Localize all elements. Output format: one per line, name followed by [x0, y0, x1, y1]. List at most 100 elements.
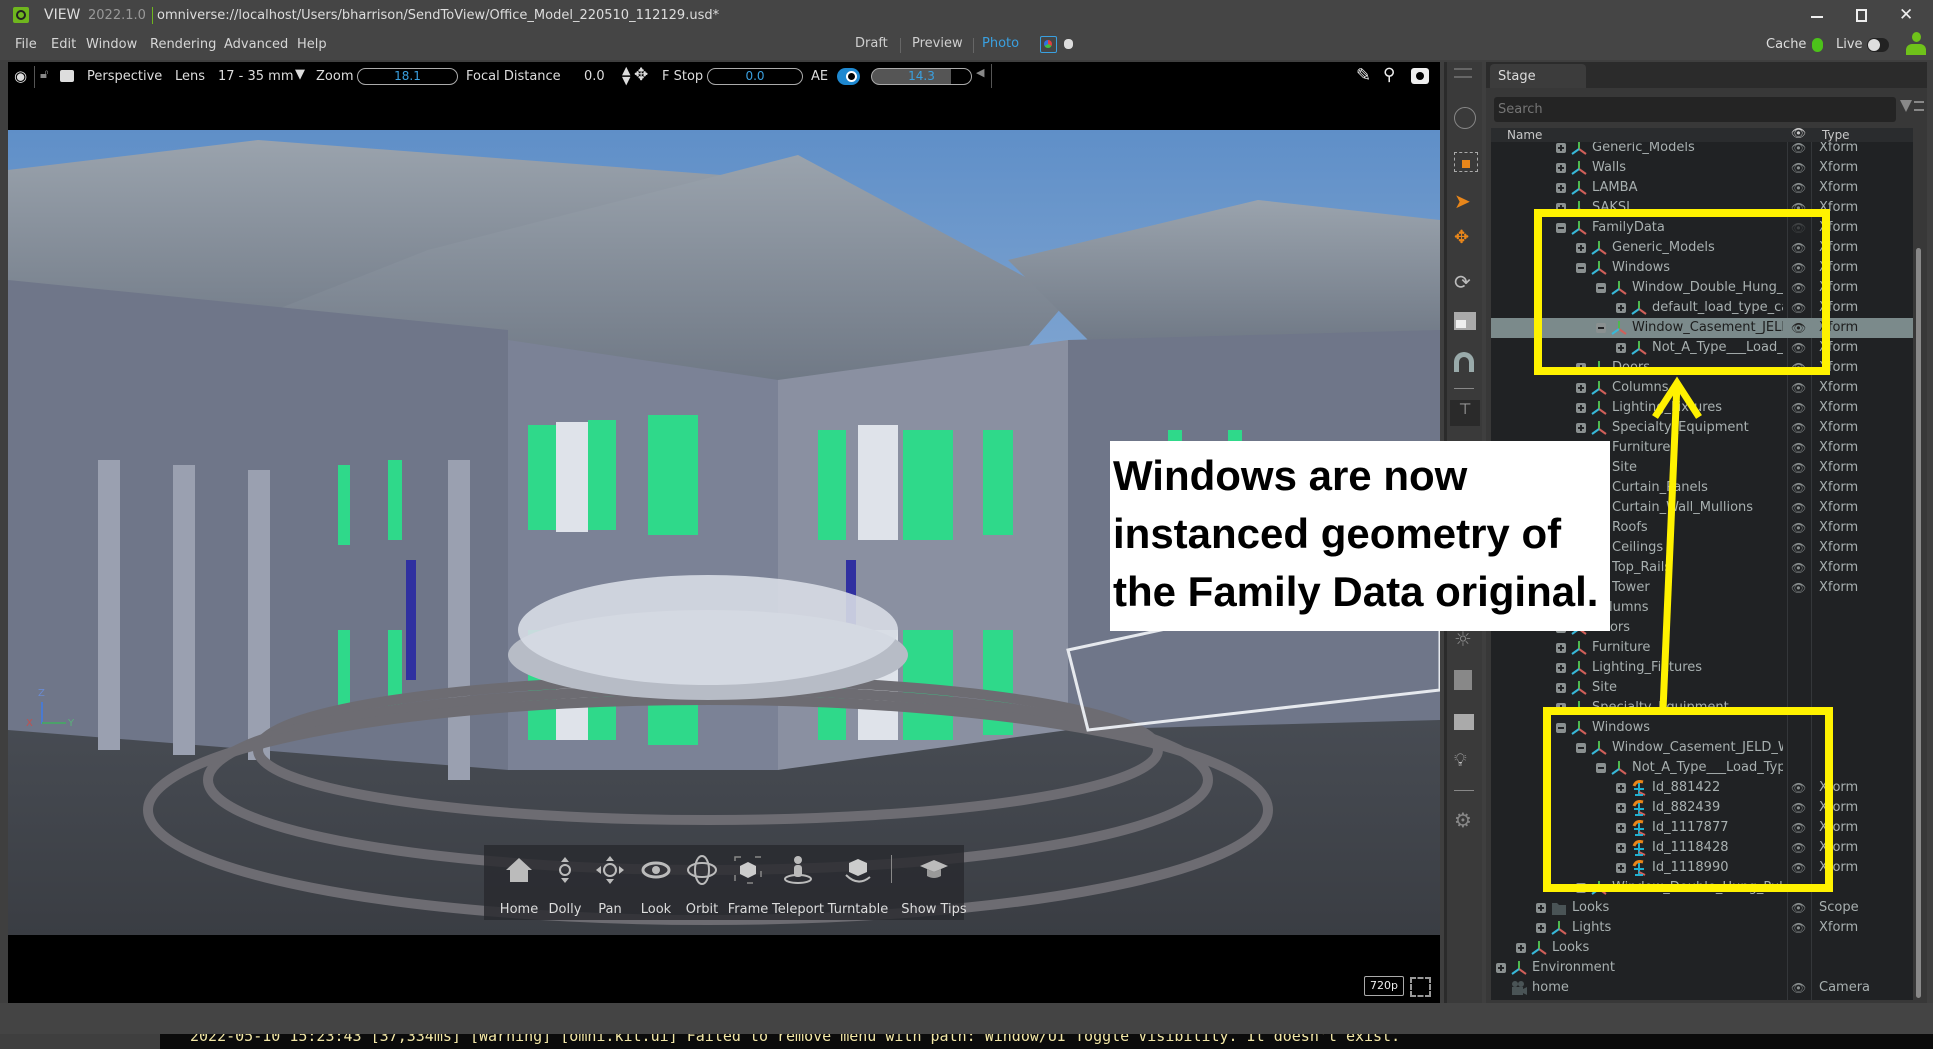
camera-select[interactable]: Perspective: [87, 69, 162, 84]
material-icon[interactable]: [1454, 670, 1472, 690]
minimize-button[interactable]: [1811, 16, 1823, 18]
visibility-eye-icon[interactable]: 👁︎: [1791, 501, 1806, 515]
move-icon[interactable]: ✥: [1454, 227, 1469, 248]
user-icon[interactable]: [1906, 32, 1926, 56]
visibility-eye-icon[interactable]: 👁︎: [1791, 521, 1806, 535]
pencil-icon[interactable]: ✎: [1356, 65, 1371, 86]
mode-photo[interactable]: Photo: [982, 36, 1019, 51]
divider: [900, 38, 901, 53]
tree-row[interactable]: Environment: [1491, 958, 1913, 978]
tree-row[interactable]: Walls 👁︎ Xform: [1491, 158, 1913, 178]
visibility-eye-icon[interactable]: 👁︎: [1791, 921, 1806, 935]
expand-icon[interactable]: [1536, 903, 1546, 913]
visibility-eye-icon[interactable]: 👁︎: [1791, 421, 1806, 435]
visibility-eye-icon[interactable]: 👁︎: [1791, 581, 1806, 595]
visibility-eye-icon[interactable]: 👁︎: [1791, 461, 1806, 475]
tree-row[interactable]: home 👁︎ Camera: [1491, 978, 1913, 998]
rotate-icon[interactable]: ⟳: [1454, 270, 1471, 294]
visibility-column-eye-icon[interactable]: 👁︎: [1791, 128, 1806, 140]
mode-draft[interactable]: Draft: [855, 36, 888, 51]
column-name-header[interactable]: Name: [1507, 128, 1542, 142]
visibility-eye-icon[interactable]: 👁︎: [1791, 401, 1806, 415]
tree-row[interactable]: Lights 👁︎ Xform: [1491, 918, 1913, 938]
camera-icon[interactable]: [60, 70, 74, 82]
ae-toggle[interactable]: [837, 68, 860, 85]
clapperboard-icon[interactable]: [1454, 714, 1474, 730]
scale-icon[interactable]: [1454, 312, 1476, 330]
tree-row[interactable]: Looks 👁︎ Scope: [1491, 898, 1913, 918]
lock-icon[interactable]: 🔓︎: [40, 67, 48, 82]
expand-icon[interactable]: [1576, 423, 1586, 433]
expand-icon[interactable]: [1516, 943, 1526, 953]
expand-icon[interactable]: [1556, 663, 1566, 673]
snap-magnet-icon[interactable]: [1454, 352, 1474, 372]
visibility-eye-icon[interactable]: 👁︎: [1791, 901, 1806, 915]
hierarchy-icon[interactable]: ⊤: [1450, 400, 1480, 426]
tab-stage[interactable]: Stage: [1490, 64, 1586, 88]
hamburger-menu-icon[interactable]: [1454, 68, 1472, 78]
focal-distance-value[interactable]: 0.0: [584, 69, 605, 84]
tree-row[interactable]: Looks: [1491, 938, 1913, 958]
zoom-slider[interactable]: 18.1: [357, 68, 458, 85]
folder-icon: [1551, 900, 1567, 920]
collapse-icon[interactable]: ◀: [976, 66, 984, 79]
lens-value[interactable]: 17 - 35 mm: [218, 69, 294, 84]
lens-dropdown-icon[interactable]: ▼: [295, 67, 305, 82]
expand-icon[interactable]: [1536, 923, 1546, 933]
visibility-eye-icon[interactable]: 👁︎: [1791, 181, 1806, 195]
settings-gear-icon[interactable]: ⚙: [1454, 808, 1472, 832]
expand-icon[interactable]: [1556, 683, 1566, 693]
expand-icon[interactable]: [1556, 643, 1566, 653]
nav-tool-turntable[interactable]: Turntable: [828, 845, 888, 920]
menu-advanced[interactable]: Advanced: [224, 37, 288, 52]
expand-icon[interactable]: [1556, 143, 1566, 153]
prim-type: Xform: [1819, 580, 1859, 595]
search-input[interactable]: [1494, 97, 1896, 122]
visibility-eye-icon[interactable]: 👁︎: [1791, 541, 1806, 555]
visibility-eye-icon[interactable]: 👁︎: [1791, 441, 1806, 455]
lightbulb-icon[interactable]: 💡︎: [1454, 750, 1467, 771]
visibility-eye-icon[interactable]: 👁︎: [1791, 161, 1806, 175]
column-type-header[interactable]: Type: [1822, 128, 1850, 142]
resolution-badge[interactable]: 720p: [1364, 976, 1404, 996]
visibility-eye-icon[interactable]: 👁︎: [1791, 141, 1806, 155]
live-toggle[interactable]: [1867, 38, 1889, 52]
dot-icon[interactable]: [1064, 39, 1073, 49]
focus-target-icon[interactable]: ✥: [634, 65, 648, 85]
scrollbar[interactable]: [1916, 248, 1921, 998]
select-frame-icon[interactable]: [1454, 152, 1478, 172]
fullscreen-icon[interactable]: [1410, 977, 1431, 997]
screenshot-camera-icon[interactable]: [1411, 68, 1429, 84]
tree-row[interactable]: LAMBA 👁︎ Xform: [1491, 178, 1913, 198]
cache-status-icon: [1812, 38, 1823, 52]
menu-edit[interactable]: Edit: [51, 37, 76, 52]
prim-type: Xform: [1819, 520, 1859, 535]
compass-icon[interactable]: [1454, 107, 1476, 129]
visibility-eye-icon[interactable]: 👁︎: [1791, 561, 1806, 575]
maximize-button[interactable]: [1856, 9, 1867, 22]
nav-tool-show-tips[interactable]: Show Tips: [901, 845, 967, 920]
options-menu-icon[interactable]: [1914, 101, 1924, 111]
close-button[interactable]: ✕: [1899, 5, 1913, 25]
filter-icon[interactable]: [1900, 100, 1912, 112]
location-pin-icon[interactable]: ⚲: [1383, 65, 1395, 85]
select-arrow-icon[interactable]: ➤: [1454, 189, 1471, 213]
menu-help[interactable]: Help: [297, 37, 327, 52]
render-settings-icon[interactable]: [1040, 36, 1057, 53]
fstop-slider[interactable]: 0.0: [707, 68, 803, 85]
eye-icon[interactable]: ◉: [14, 67, 27, 85]
menu-rendering[interactable]: Rendering: [150, 37, 216, 52]
expand-icon[interactable]: [1576, 383, 1586, 393]
expand-icon[interactable]: [1556, 183, 1566, 193]
expand-icon[interactable]: [1576, 403, 1586, 413]
expand-icon[interactable]: [1496, 963, 1506, 973]
mode-preview[interactable]: Preview: [912, 36, 963, 51]
menu-window[interactable]: Window: [86, 37, 137, 52]
exposure-slider[interactable]: 14.3: [871, 68, 972, 85]
visibility-eye-icon[interactable]: 👁︎: [1791, 381, 1806, 395]
visibility-eye-icon[interactable]: 👁︎: [1791, 981, 1806, 995]
stepper-icon[interactable]: ▲ ▼: [622, 65, 630, 86]
menu-file[interactable]: File: [15, 37, 37, 52]
expand-icon[interactable]: [1556, 163, 1566, 173]
visibility-eye-icon[interactable]: 👁︎: [1791, 481, 1806, 495]
